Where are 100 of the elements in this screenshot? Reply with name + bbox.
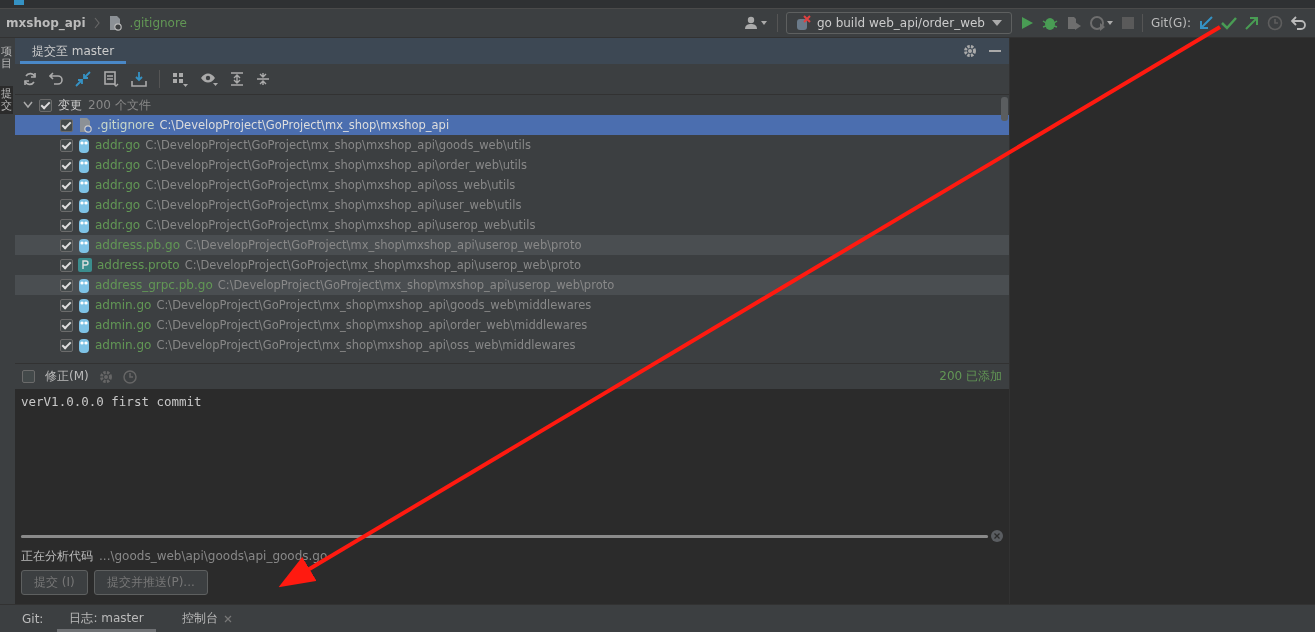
file-name: addr.go [95, 138, 141, 152]
gopher-error-icon [794, 15, 811, 31]
checkbox[interactable] [60, 258, 73, 272]
gopher-icon [78, 317, 90, 333]
file-name: address.proto [97, 258, 180, 272]
gopher-icon [78, 157, 90, 173]
gopher-icon [78, 337, 90, 353]
tool-tab[interactable]: 日志: master [57, 605, 156, 632]
amend-checkbox[interactable] [22, 370, 35, 383]
file-row[interactable]: address.pb.go C:\DevelopProject\GoProject\mx_shop\mxshop_api\userop_web\proto [15, 235, 1009, 255]
file-name: addr.go [95, 178, 141, 192]
gopher-icon [78, 237, 90, 253]
side-tab[interactable]: 项目 [0, 44, 13, 73]
panel-tab[interactable]: 提交至 master [20, 38, 127, 64]
file-row[interactable]: addr.go C:\DevelopProject\GoProject\mx_shop\mxshop_api\userop_web\utils [15, 215, 1009, 235]
file-row[interactable]: admin.go C:\DevelopProject\GoProject\mx_shop\mxshop_api\goods_web\middlewares [15, 295, 1009, 315]
update-arrow-icon[interactable] [1199, 16, 1213, 30]
group-by-icon[interactable] [172, 71, 188, 87]
checkbox[interactable] [60, 218, 73, 232]
status-path: ...\goods_web\api\goods\api_goods.go [99, 549, 328, 563]
git-label: Git: [22, 611, 44, 626]
chevron-icon [93, 17, 100, 29]
rollback-icon[interactable] [1291, 15, 1307, 31]
file-path: C:\DevelopProject\GoProject\mx_shop\mxshop_api\order_web\utils [145, 158, 527, 172]
run-icon[interactable] [1019, 16, 1034, 30]
checkbox[interactable] [60, 198, 73, 212]
file-path: C:\DevelopProject\GoProject\mx_shop\mxshop_api\userop_web\utils [145, 218, 536, 232]
expand-all-icon[interactable] [230, 72, 244, 86]
file-path: C:\DevelopProject\GoProject\mx_shop\mxshop_api\oss_web\utils [145, 178, 516, 192]
file-row[interactable]: admin.go C:\DevelopProject\GoProject\mx_shop\mxshop_api\oss_web\middlewares [15, 335, 1009, 355]
changes-label: 变更 [58, 96, 82, 114]
file-row[interactable]: addr.go C:\DevelopProject\GoProject\mx_shop\mxshop_api\user_web\utils [15, 195, 1009, 215]
git-label: Git(G): [1150, 16, 1191, 30]
app-logo-icon [14, 0, 24, 5]
file-path: C:\DevelopProject\GoProject\mx_shop\mxshop_api\oss_web\middlewares [156, 338, 576, 352]
gopher-icon [78, 177, 90, 193]
file-name: addr.go [95, 158, 141, 172]
file-name: .gitignore [97, 118, 155, 132]
file-row[interactable]: address.proto C:\DevelopProject\GoProject\mx_shop\mxshop_api\userop_web\proto [15, 255, 1009, 275]
file-path: C:\DevelopProject\GoProject\mx_shop\mxshop_api\goods_web\middlewares [156, 298, 592, 312]
gopher-icon [78, 277, 90, 293]
file-name: address.pb.go [95, 238, 180, 252]
project-breadcrumb[interactable]: mxshop_api [6, 16, 86, 30]
file-path: C:\DevelopProject\GoProject\mx_shop\mxshop_api\user_web\utils [145, 198, 522, 212]
profiler-icon[interactable] [1089, 15, 1114, 31]
checkbox[interactable] [60, 338, 73, 352]
run-config-dropdown[interactable]: go build web_api/order_web [785, 12, 1012, 34]
diff-icon[interactable] [75, 71, 91, 87]
eye-icon[interactable] [200, 72, 218, 86]
file-row[interactable]: .gitignore C:\DevelopProject\GoProject\mx_shop\mxshop_api [15, 115, 1009, 135]
collapse-all-icon[interactable] [256, 72, 270, 86]
file-name: addr.go [95, 198, 141, 212]
file-row[interactable]: addr.go C:\DevelopProject\GoProject\mx_shop\mxshop_api\oss_web\utils [15, 175, 1009, 195]
file-path: C:\DevelopProject\GoProject\mx_shop\mxshop_api [159, 118, 450, 132]
commit-check-icon[interactable] [1221, 16, 1237, 30]
commit-message-field[interactable]: verV1.0.0.0 first commit [21, 389, 1003, 530]
checkbox[interactable] [60, 298, 73, 312]
checkbox[interactable] [60, 318, 73, 332]
amend-label[interactable]: 修正(M) [45, 368, 89, 385]
settings-icon[interactable] [963, 44, 977, 58]
shelf-icon[interactable] [103, 71, 119, 87]
gopher-icon [78, 197, 90, 213]
file-row[interactable]: address_grpc.pb.go C:\DevelopProject\GoProject\mx_shop\mxshop_api\userop_web\proto [15, 275, 1009, 295]
checkbox[interactable] [60, 178, 73, 192]
undo-icon[interactable] [49, 72, 63, 86]
file-name: admin.go [95, 338, 152, 352]
ignore-file-icon [78, 117, 92, 133]
close-icon[interactable] [223, 614, 232, 623]
refresh-icon[interactable] [23, 72, 37, 86]
tool-tab[interactable]: 控制台 [169, 605, 244, 632]
checkbox[interactable] [60, 118, 73, 132]
push-arrow-icon[interactable] [1245, 16, 1259, 30]
file-breadcrumb[interactable]: .gitignore [129, 16, 187, 30]
file-name: address_grpc.pb.go [95, 278, 213, 292]
checkbox[interactable] [60, 158, 73, 172]
file-path: C:\DevelopProject\GoProject\mx_shop\mxshop_api\userop_web\proto [184, 258, 582, 272]
file-row[interactable]: addr.go C:\DevelopProject\GoProject\mx_shop\mxshop_api\order_web\utils [15, 155, 1009, 175]
user-icon[interactable] [744, 16, 769, 30]
checkbox[interactable] [60, 138, 73, 152]
file-count: 200 个文件 [88, 96, 151, 114]
checkbox[interactable] [60, 278, 73, 292]
scrollbar-thumb[interactable] [1001, 97, 1008, 121]
file-row[interactable]: addr.go C:\DevelopProject\GoProject\mx_shop\mxshop_api\goods_web\utils [15, 135, 1009, 155]
dropdown-caret-icon [990, 19, 1003, 27]
file-path: C:\DevelopProject\GoProject\mx_shop\mxshop_api\userop_web\proto [184, 238, 582, 252]
added-count: 200 已添加 [939, 368, 1002, 385]
file-path: C:\DevelopProject\GoProject\mx_shop\mxshop_api\order_web\middlewares [156, 318, 588, 332]
gopher-icon [78, 297, 90, 313]
bug-icon[interactable] [1041, 15, 1058, 31]
gopher-icon [78, 217, 90, 233]
file-path: C:\DevelopProject\GoProject\mx_shop\mxshop_api\userop_web\proto [217, 278, 615, 292]
file-name: admin.go [95, 298, 152, 312]
file-row[interactable]: admin.go C:\DevelopProject\GoProject\mx_shop\mxshop_api\order_web\middlewares [15, 315, 1009, 335]
download-icon[interactable] [131, 71, 147, 87]
side-tab[interactable]: 提交 [0, 86, 13, 115]
expand-chevron-icon[interactable] [23, 101, 33, 109]
gopher-icon [78, 137, 90, 153]
file-path: C:\DevelopProject\GoProject\mx_shop\mxshop_api\goods_web\utils [145, 138, 531, 152]
checkbox[interactable] [60, 238, 73, 252]
checkbox[interactable] [39, 98, 52, 112]
